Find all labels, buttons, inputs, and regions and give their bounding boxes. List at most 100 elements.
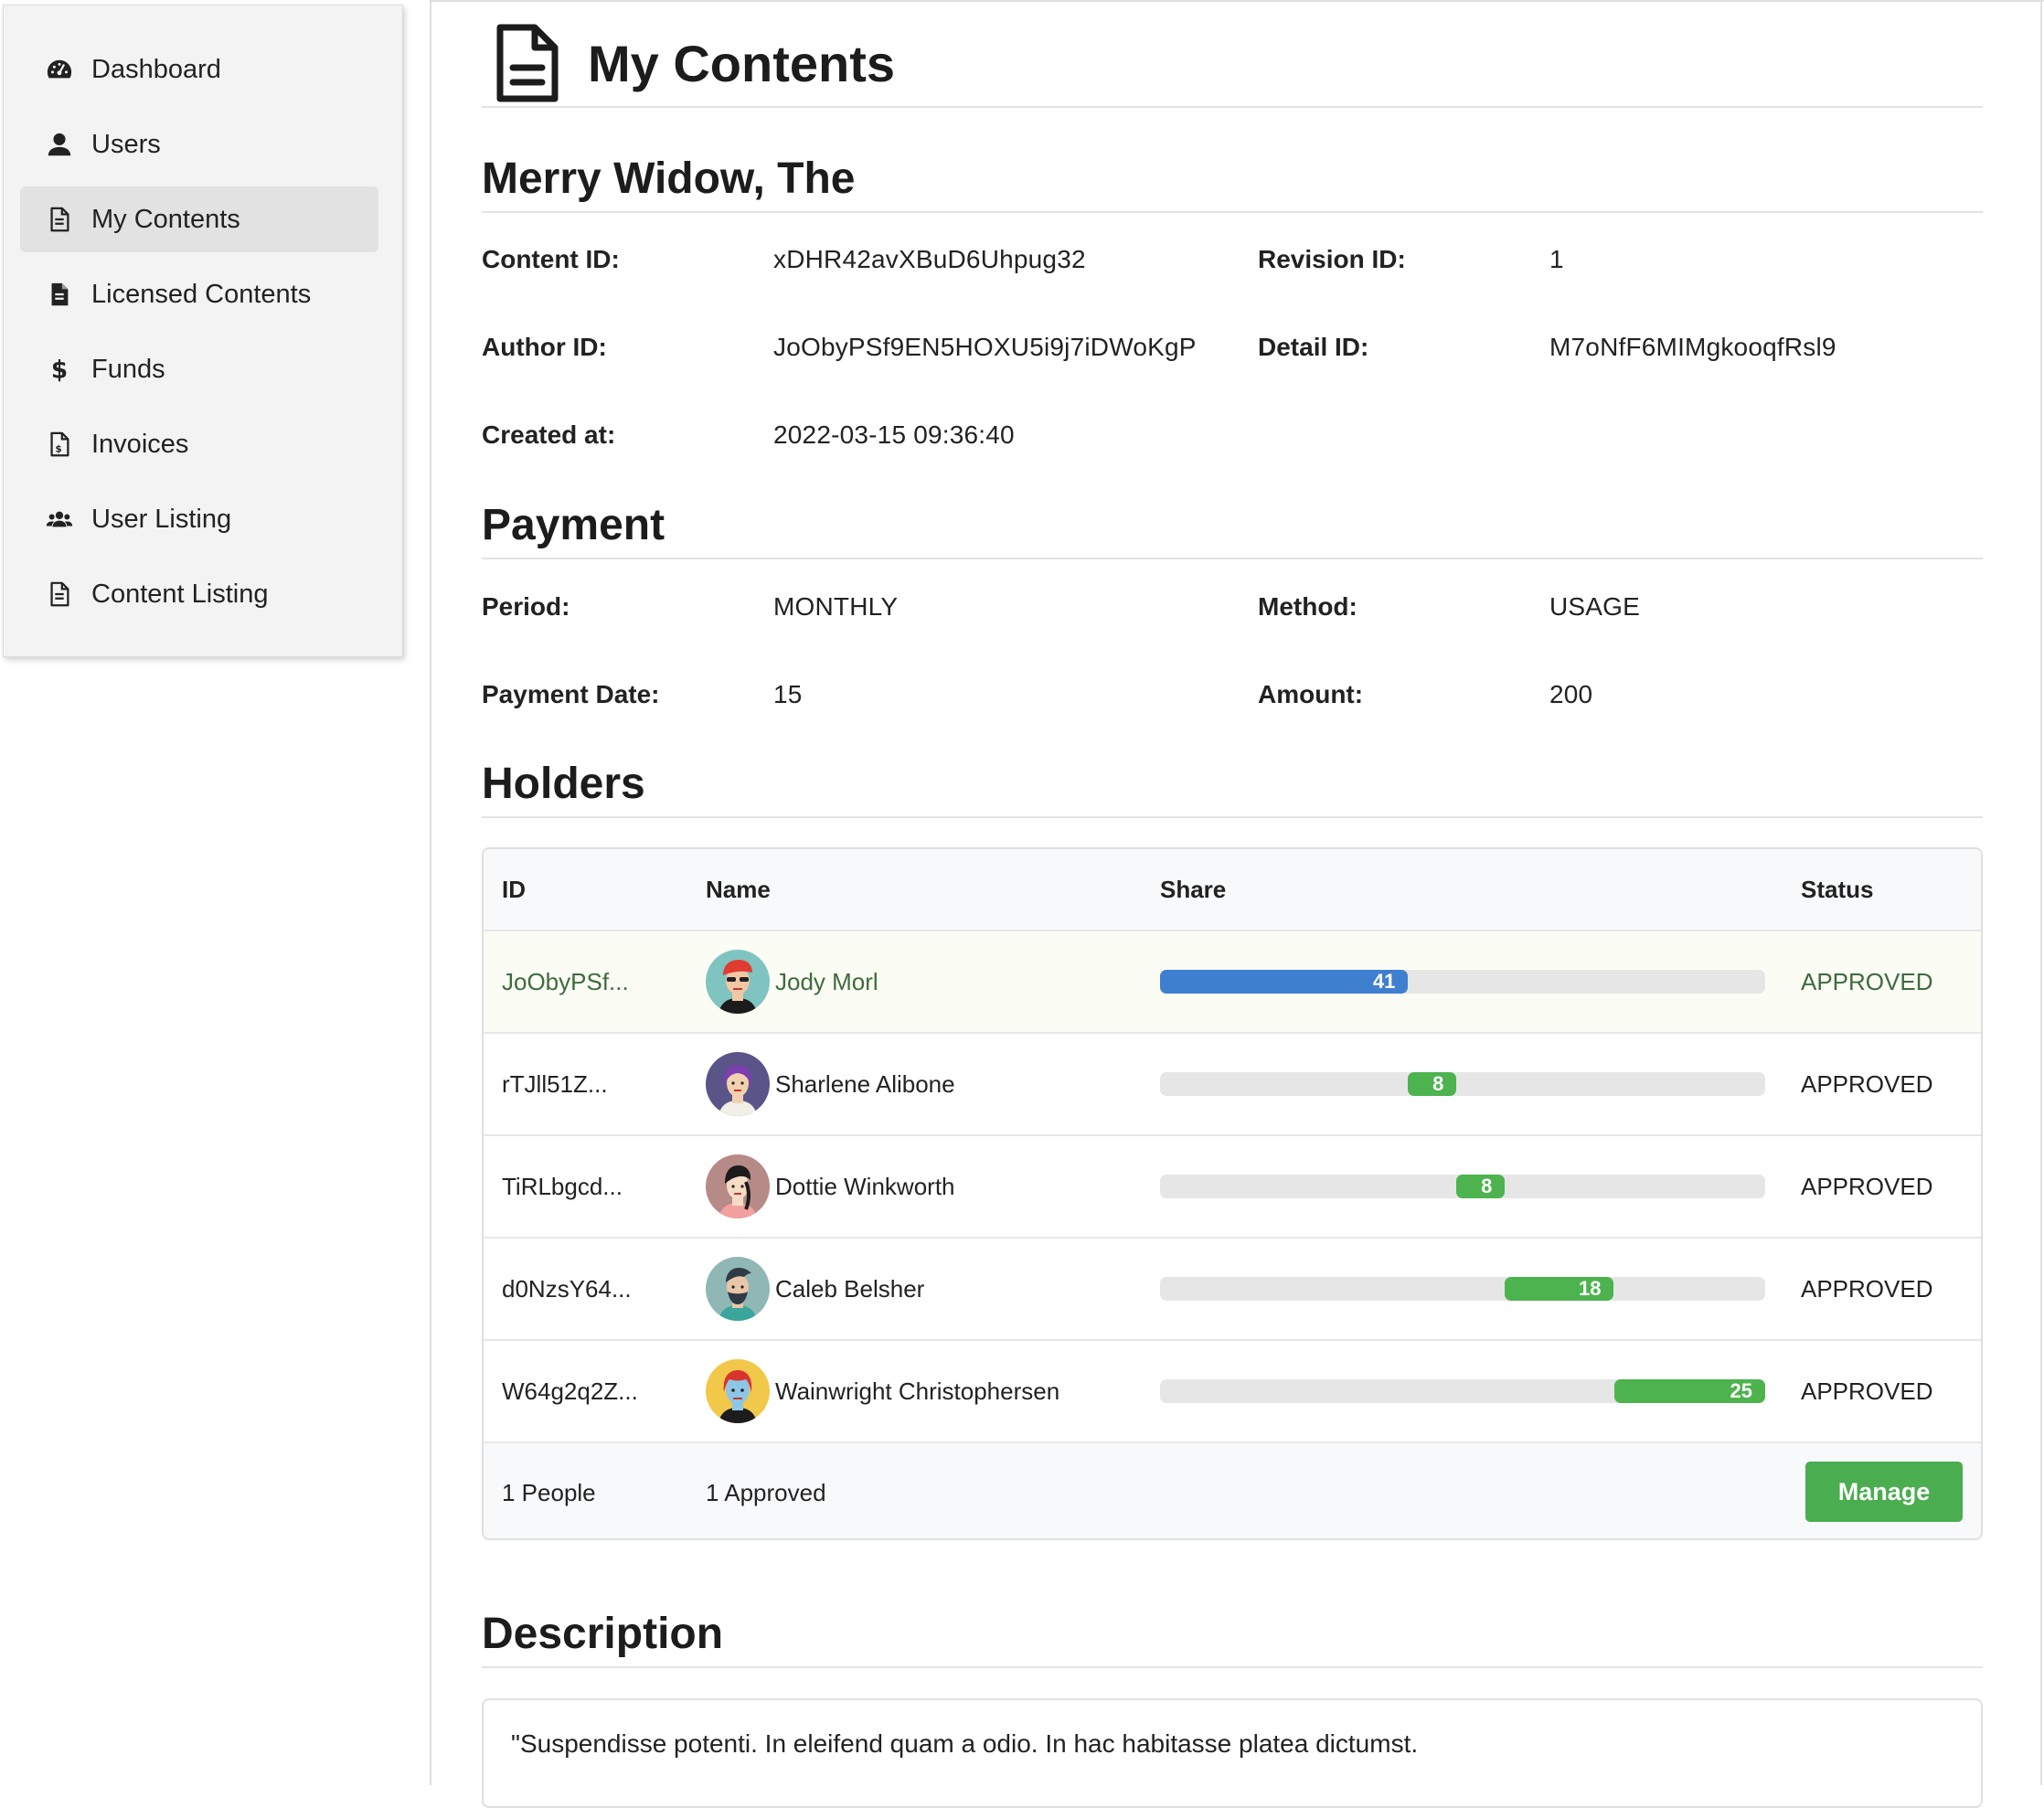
created-at-label: Created at:: [482, 420, 616, 449]
content-id-value: xDHR42avXBuD6Uhpug32: [773, 245, 1086, 273]
share-bar-fill: 8: [1408, 1072, 1457, 1096]
sidebar-item-users[interactable]: Users: [20, 112, 378, 177]
created-at-value: 2022-03-15 09:36:40: [773, 420, 1015, 449]
holder-id[interactable]: d0NzsY64...: [502, 1239, 632, 1339]
user-icon: [44, 129, 75, 160]
share-bar: 8: [1160, 1175, 1765, 1198]
status-badge: APPROVED: [1801, 1172, 1933, 1200]
period-label: Period:: [482, 592, 570, 621]
share-value: 8: [1481, 1175, 1493, 1197]
share-value: 18: [1579, 1277, 1602, 1300]
method-value: USAGE: [1549, 592, 1641, 621]
status-badge: APPROVED: [1801, 1069, 1933, 1098]
table-row[interactable]: JoObyPSf... Jody Morl 41 APPROVED: [484, 931, 1981, 1034]
table-row[interactable]: W64g2q2Z... Wainwright Christophersen 25…: [484, 1341, 1981, 1443]
share-bar-fill: 25: [1613, 1379, 1765, 1403]
avatar: [706, 1257, 770, 1321]
status-badge: APPROVED: [1801, 1274, 1933, 1303]
sidebar-item-label: Invoices: [91, 429, 189, 459]
holders-title: Holders: [482, 759, 1983, 818]
sidebar-item-dashboard[interactable]: Dashboard: [20, 37, 378, 102]
share-cell: 25: [1160, 1341, 1765, 1441]
holders-table: ID Name Share Status JoObyPSf... Jody Mo…: [482, 847, 1983, 1540]
share-cell: 8: [1160, 1034, 1765, 1134]
holder-name[interactable]: Caleb Belsher: [775, 1275, 924, 1303]
holder-name-cell: Dottie Winkworth: [706, 1136, 955, 1237]
sidebar-item-label: Users: [91, 129, 161, 159]
amount-label: Amount:: [1258, 680, 1364, 708]
share-value: 25: [1730, 1379, 1752, 1402]
table-row[interactable]: rTJll51Z... Sharlene Alibone 8 APPROVED: [484, 1034, 1981, 1136]
page-title: My Contents: [588, 34, 895, 92]
file-icon: [44, 204, 75, 235]
holder-name[interactable]: Sharlene Alibone: [775, 1070, 955, 1099]
sidebar-item-licensed-contents[interactable]: Licensed Contents: [20, 261, 378, 327]
holder-id[interactable]: TiRLbgcd...: [502, 1136, 623, 1237]
share-cell: 8: [1160, 1136, 1765, 1237]
table-row[interactable]: d0NzsY64... Caleb Belsher 18 APPROVED: [484, 1239, 1981, 1341]
period-value: MONTHLY: [773, 592, 899, 621]
sidebar-item-label: Dashboard: [91, 54, 221, 84]
payment-date-value: 15: [773, 680, 803, 708]
status-badge: APPROVED: [1801, 967, 1933, 995]
dollar-icon: $: [44, 354, 75, 385]
column-header-name[interactable]: Name: [706, 849, 771, 930]
table-row[interactable]: TiRLbgcd... Dottie Winkworth 8 APPROVED: [484, 1136, 1981, 1239]
gauge-icon: [44, 54, 75, 85]
sidebar-item-funds[interactable]: $ Funds: [20, 336, 378, 402]
column-header-share[interactable]: Share: [1160, 849, 1765, 930]
share-bar-fill: 41: [1160, 970, 1409, 994]
main-divider: [430, 0, 431, 1785]
holder-name[interactable]: Jody Morl: [775, 968, 878, 996]
sidebar-item-content-listing[interactable]: Content Listing: [20, 561, 378, 627]
sidebar-item-label: User Listing: [91, 504, 232, 534]
method-label: Method:: [1258, 592, 1357, 621]
file-icon: [44, 579, 75, 610]
payment-date-label: Payment Date:: [482, 680, 660, 708]
holder-name-cell: Wainwright Christophersen: [706, 1341, 1059, 1441]
manage-button[interactable]: Manage: [1805, 1462, 1963, 1522]
main-top-border: [430, 0, 2044, 5]
avatar: [706, 1359, 770, 1423]
invoice-icon: $: [44, 429, 75, 460]
column-header-id[interactable]: ID: [502, 849, 526, 930]
sidebar-item-invoices[interactable]: $ Invoices: [20, 411, 378, 477]
users-group-icon: [44, 504, 75, 535]
holder-id[interactable]: JoObyPSf...: [502, 931, 629, 1032]
sidebar-item-label: Licensed Contents: [91, 279, 312, 309]
approved-count: 1 Approved: [706, 1478, 826, 1506]
file-solid-icon: [44, 279, 75, 310]
amount-value: 200: [1549, 680, 1593, 708]
sidebar-item-label: My Contents: [91, 204, 240, 234]
share-value: 41: [1372, 970, 1396, 993]
sidebar-item-user-listing[interactable]: User Listing: [20, 486, 378, 552]
share-cell: 41: [1160, 931, 1765, 1032]
holder-id[interactable]: rTJll51Z...: [502, 1034, 608, 1134]
holder-name[interactable]: Dottie Winkworth: [775, 1173, 955, 1201]
description-text: "Suspendisse potenti. In eleifend quam a…: [511, 1729, 1419, 1758]
table-header-row: ID Name Share Status: [484, 849, 1981, 931]
column-header-status[interactable]: Status: [1801, 849, 1873, 930]
share-bar: 18: [1160, 1277, 1765, 1301]
sidebar: Dashboard Users My Contents Licensed Con…: [3, 5, 403, 657]
detail-id-label: Detail ID:: [1258, 333, 1369, 361]
svg-text:$: $: [51, 356, 68, 383]
share-bar-fill: 18: [1505, 1277, 1614, 1301]
sidebar-item-label: Content Listing: [91, 579, 269, 609]
holder-id[interactable]: W64g2q2Z...: [502, 1341, 638, 1441]
author-id-value: JoObyPSf9EN5HOXU5i9j7iDWoKgP: [773, 333, 1197, 361]
holder-name[interactable]: Wainwright Christophersen: [775, 1377, 1059, 1406]
share-bar-fill: 8: [1456, 1175, 1506, 1198]
page-header: My Contents: [482, 20, 1983, 108]
svg-text:$: $: [55, 443, 61, 454]
avatar: [706, 950, 770, 1014]
avatar: [706, 1052, 770, 1116]
payment-title: Payment: [482, 500, 1983, 559]
sidebar-item-my-contents[interactable]: My Contents: [20, 186, 378, 252]
content-id-label: Content ID:: [482, 245, 620, 273]
share-bar: 41: [1160, 970, 1765, 994]
author-id-label: Author ID:: [482, 333, 607, 361]
share-bar: 25: [1160, 1379, 1765, 1403]
description-title: Description: [482, 1609, 1983, 1668]
holder-name-cell: Caleb Belsher: [706, 1239, 924, 1339]
